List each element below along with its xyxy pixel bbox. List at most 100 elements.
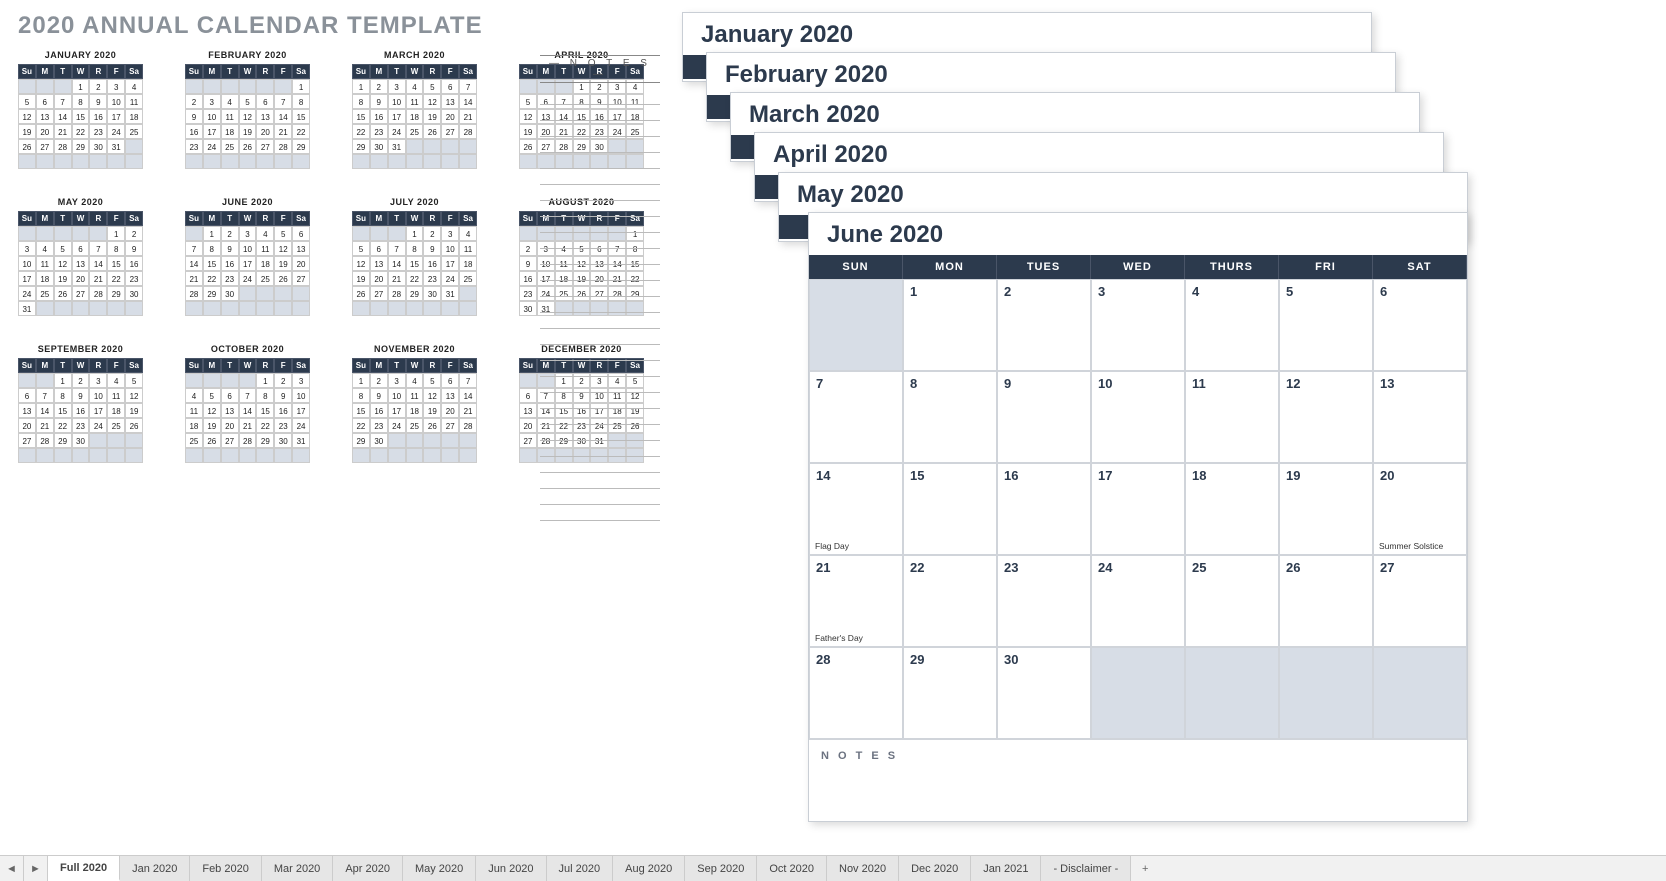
month-day-cell[interactable]: 19 [1279, 463, 1373, 555]
month-day-cell[interactable]: 11 [1185, 371, 1279, 463]
mini-day-cell: 13 [441, 388, 459, 403]
month-day-cell[interactable]: 2 [997, 279, 1091, 371]
mini-day-cell: 4 [36, 241, 54, 256]
mini-day-cell: 4 [459, 226, 477, 241]
mini-day-cell [388, 433, 406, 448]
month-day-cell[interactable] [1185, 647, 1279, 739]
month-day-cell[interactable]: 7 [809, 371, 903, 463]
mini-day-cell: 5 [352, 241, 370, 256]
mini-day-cell: 4 [406, 373, 424, 388]
month-day-cell[interactable]: 18 [1185, 463, 1279, 555]
mini-day-cell: 31 [107, 139, 125, 154]
mini-day-cell: 19 [54, 271, 72, 286]
sheet-tab[interactable]: Dec 2020 [899, 856, 971, 881]
month-day-cell[interactable]: 17 [1091, 463, 1185, 555]
month-day-cell[interactable]: 29 [903, 647, 997, 739]
month-day-cell[interactable]: 4 [1185, 279, 1279, 371]
sheet-tab[interactable]: Sep 2020 [685, 856, 757, 881]
mini-day-cell: 30 [221, 286, 239, 301]
tab-add-button[interactable]: + [1131, 856, 1159, 881]
day-number: 4 [1192, 284, 1272, 299]
mini-day-header: Sa [459, 64, 477, 79]
mini-day-cell: 9 [370, 94, 388, 109]
month-day-cell[interactable] [1373, 647, 1467, 739]
mini-day-header: Sa [125, 64, 143, 79]
month-day-cell[interactable]: 25 [1185, 555, 1279, 647]
mini-day-cell: 5 [423, 373, 441, 388]
sheet-tab[interactable]: Jun 2020 [476, 856, 546, 881]
month-day-cell[interactable]: 15 [903, 463, 997, 555]
mini-calendar: JUNE 2020SuMTWRFSa1234567891011121314151… [185, 197, 310, 316]
month-day-cell[interactable]: 26 [1279, 555, 1373, 647]
sheet-tab[interactable]: Apr 2020 [333, 856, 403, 881]
mini-day-cell: 15 [203, 256, 221, 271]
sheet-tab[interactable]: Mar 2020 [262, 856, 333, 881]
mini-day-cell: 23 [370, 418, 388, 433]
sheet-tab[interactable]: Oct 2020 [757, 856, 827, 881]
sheet-tab[interactable]: Jul 2020 [547, 856, 614, 881]
mini-day-cell: 26 [125, 418, 143, 433]
mini-day-cell: 24 [203, 139, 221, 154]
tab-nav-right-icon[interactable]: ► [24, 856, 48, 881]
month-sheet-title: January 2020 [683, 13, 1371, 55]
month-day-cell[interactable]: 1 [903, 279, 997, 371]
month-day-cell[interactable] [809, 279, 903, 371]
sheet-tab[interactable]: - Disclaimer - [1041, 856, 1131, 881]
sheet-tab[interactable]: Feb 2020 [190, 856, 261, 881]
mini-day-cell: 13 [441, 94, 459, 109]
sheet-tab[interactable]: Jan 2020 [120, 856, 190, 881]
mini-day-cell: 18 [256, 256, 274, 271]
month-day-cell[interactable]: 8 [903, 371, 997, 463]
sheet-tab[interactable]: May 2020 [403, 856, 476, 881]
day-number: 23 [1004, 560, 1084, 575]
month-day-cell[interactable]: 14Flag Day [809, 463, 903, 555]
sheet-tab[interactable]: Nov 2020 [827, 856, 899, 881]
mini-day-cell [519, 154, 537, 169]
notes-line [540, 105, 660, 121]
mini-day-cell: 14 [185, 256, 203, 271]
month-day-cell[interactable]: 13 [1373, 371, 1467, 463]
month-day-cell[interactable]: 5 [1279, 279, 1373, 371]
month-day-cell[interactable] [1279, 647, 1373, 739]
mini-day-cell: 4 [185, 388, 203, 403]
tab-nav-left-icon[interactable]: ◄ [0, 856, 24, 881]
mini-day-cell: 26 [519, 139, 537, 154]
month-day-cell[interactable]: 28 [809, 647, 903, 739]
mini-day-cell: 15 [72, 109, 90, 124]
sheet-day-header: TUES [997, 255, 1091, 279]
month-day-cell[interactable]: 27 [1373, 555, 1467, 647]
mini-day-cell: 21 [459, 109, 477, 124]
month-day-cell[interactable]: 30 [997, 647, 1091, 739]
mini-day-cell: 1 [256, 373, 274, 388]
month-day-cell[interactable]: 10 [1091, 371, 1185, 463]
mini-day-cell: 14 [239, 403, 257, 418]
sheet-tab[interactable]: Full 2020 [48, 856, 120, 881]
mini-day-cell: 27 [18, 433, 36, 448]
mini-day-header: Su [18, 358, 36, 373]
month-day-cell[interactable]: 9 [997, 371, 1091, 463]
mini-day-header: Su [519, 211, 537, 226]
mini-day-header: F [107, 211, 125, 226]
mini-day-cell: 15 [406, 256, 424, 271]
sheet-tab[interactable]: Aug 2020 [613, 856, 685, 881]
mini-day-cell: 26 [239, 139, 257, 154]
month-day-cell[interactable]: 20Summer Solstice [1373, 463, 1467, 555]
month-day-cell[interactable]: 6 [1373, 279, 1467, 371]
month-day-cell[interactable]: 12 [1279, 371, 1373, 463]
month-day-cell[interactable]: 21Father's Day [809, 555, 903, 647]
mini-day-cell: 29 [203, 286, 221, 301]
mini-day-cell: 16 [423, 256, 441, 271]
mini-day-cell: 8 [256, 388, 274, 403]
sheet-tab[interactable]: Jan 2021 [971, 856, 1041, 881]
mini-day-cell: 24 [18, 286, 36, 301]
month-day-cell[interactable]: 16 [997, 463, 1091, 555]
month-day-cell[interactable]: 22 [903, 555, 997, 647]
month-day-cell[interactable]: 23 [997, 555, 1091, 647]
mini-day-header: Su [185, 211, 203, 226]
month-day-cell[interactable] [1091, 647, 1185, 739]
month-day-cell[interactable]: 24 [1091, 555, 1185, 647]
mini-day-cell: 19 [423, 403, 441, 418]
mini-day-cell [107, 433, 125, 448]
mini-day-cell: 8 [72, 94, 90, 109]
month-day-cell[interactable]: 3 [1091, 279, 1185, 371]
